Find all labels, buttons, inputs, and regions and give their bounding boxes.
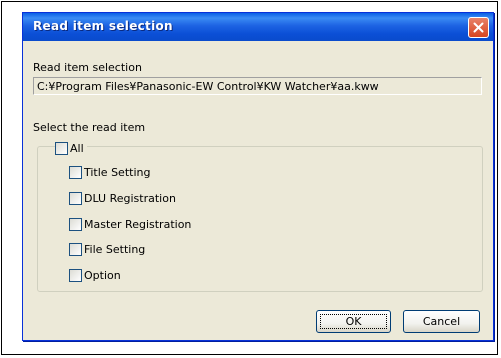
- read-item-selection-label: Read item selection: [33, 61, 142, 74]
- read-item-selection-dialog: Read item selection Read item selection …: [22, 12, 494, 341]
- checkbox-dlu-registration[interactable]: DLU Registration: [69, 192, 179, 205]
- checkbox-box[interactable]: [69, 192, 82, 205]
- checkbox-box[interactable]: [55, 142, 68, 155]
- checkbox-title-setting[interactable]: Title Setting: [69, 166, 154, 179]
- checkbox-label: Title Setting: [84, 166, 151, 179]
- checkbox-box[interactable]: [69, 166, 82, 179]
- select-read-item-label: Select the read item: [33, 121, 146, 134]
- checkbox-label: All: [70, 142, 84, 155]
- checkbox-label: Master Registration: [84, 218, 192, 231]
- checkbox-master-registration[interactable]: Master Registration: [69, 218, 195, 231]
- checkbox-file-setting[interactable]: File Setting: [69, 243, 149, 256]
- file-path-field: C:¥Program Files¥Panasonic-EW Control¥KW…: [33, 77, 482, 95]
- cancel-button[interactable]: Cancel: [403, 310, 480, 333]
- cancel-button-label: Cancel: [422, 315, 461, 328]
- window-title: Read item selection: [33, 19, 173, 33]
- ok-button[interactable]: OK: [316, 310, 391, 333]
- checkbox-label: Option: [84, 269, 121, 282]
- close-icon: [473, 22, 484, 33]
- checkbox-box[interactable]: [69, 218, 82, 231]
- checkbox-box[interactable]: [69, 243, 82, 256]
- title-bar[interactable]: Read item selection: [23, 13, 493, 41]
- checkbox-option[interactable]: Option: [69, 269, 124, 282]
- checkbox-label: DLU Registration: [84, 192, 176, 205]
- checkbox-box[interactable]: [69, 269, 82, 282]
- close-button[interactable]: [468, 17, 489, 38]
- checkbox-all[interactable]: All: [55, 142, 87, 155]
- focus-rectangle: [320, 314, 387, 329]
- checkbox-label: File Setting: [84, 243, 146, 256]
